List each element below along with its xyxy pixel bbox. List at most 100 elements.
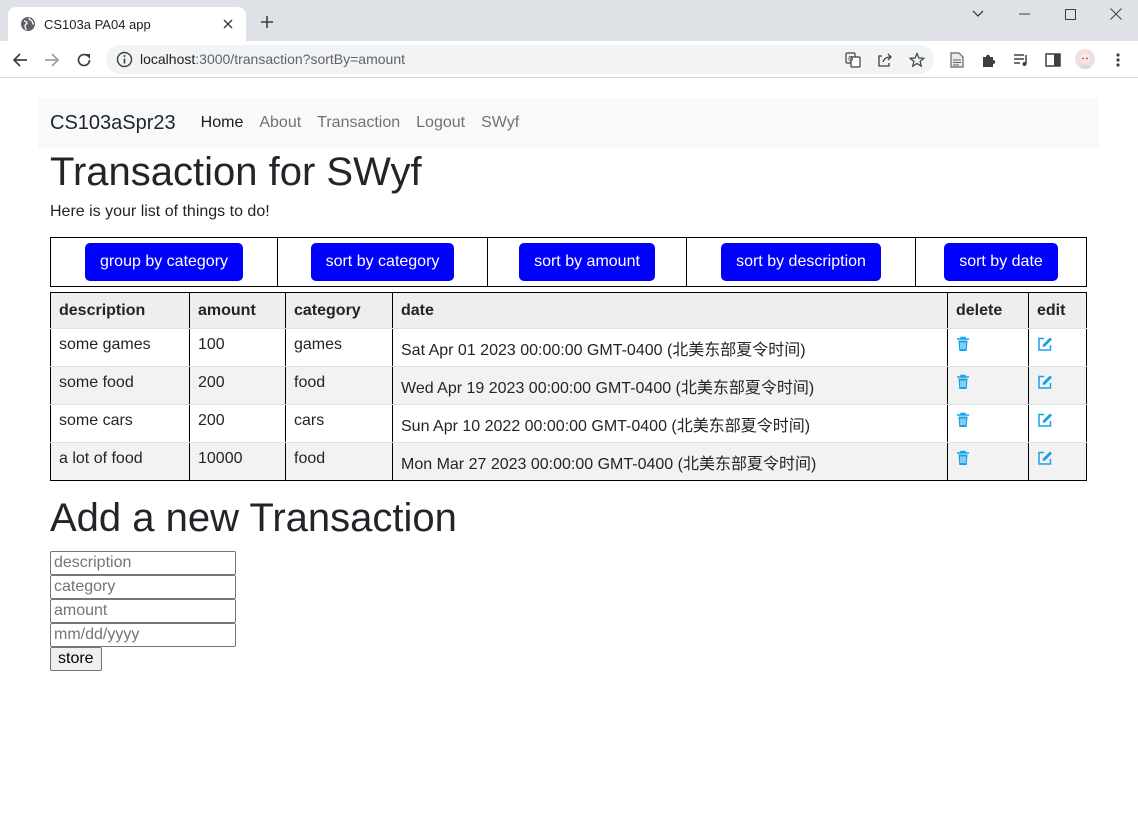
cell-date: Wed Apr 19 2023 00:00:00 GMT-0400 (北美东部夏…: [392, 366, 948, 405]
trash-icon[interactable]: [956, 336, 972, 352]
minimize-icon[interactable]: [1001, 0, 1047, 28]
navbar: CS103aSpr23 Home About Transaction Logou…: [38, 98, 1099, 148]
date-field[interactable]: [50, 623, 236, 647]
window-close-icon[interactable]: [1093, 0, 1138, 28]
cell-description: some games: [50, 328, 190, 367]
table-row: some games 100 games Sat Apr 01 2023 00:…: [50, 328, 1087, 367]
trash-icon[interactable]: [956, 412, 972, 428]
translate-icon[interactable]: G: [844, 51, 862, 69]
cell-delete: [947, 404, 1029, 443]
browser-toolbar: localhost:3000/transaction?sortBy=amount…: [0, 41, 1138, 78]
url-text: localhost:3000/transaction?sortBy=amount: [140, 51, 405, 67]
add-transaction-form: store: [50, 551, 236, 671]
cell-description: some food: [50, 366, 190, 405]
column-header: edit: [1028, 292, 1087, 329]
plus-icon[interactable]: [257, 12, 277, 32]
document-icon[interactable]: [948, 51, 966, 69]
cell-edit: [1028, 328, 1087, 367]
sort-cell: sort by category: [277, 237, 488, 287]
cell-description: a lot of food: [50, 442, 190, 481]
url-path: :3000/transaction?sortBy=amount: [195, 51, 406, 67]
column-header: description: [50, 292, 190, 329]
cell-date: Sun Apr 10 2022 00:00:00 GMT-0400 (北美东部夏…: [392, 404, 948, 443]
cell-amount: 200: [189, 366, 286, 405]
address-bar[interactable]: localhost:3000/transaction?sortBy=amount…: [106, 45, 934, 74]
navbar-brand[interactable]: CS103aSpr23: [50, 112, 176, 135]
column-header: date: [392, 292, 948, 329]
category-field[interactable]: [50, 575, 236, 599]
column-header: delete: [947, 292, 1029, 329]
share-icon[interactable]: [876, 51, 894, 69]
cell-amount: 10000: [189, 442, 286, 481]
cell-category: games: [285, 328, 393, 367]
info-icon[interactable]: [116, 51, 133, 68]
sort-by-category-button[interactable]: sort by category: [310, 243, 455, 281]
table-row: some cars 200 cars Sun Apr 10 2022 00:00…: [50, 404, 1087, 443]
tab-title: CS103a PA04 app: [44, 16, 151, 32]
table-row: a lot of food 10000 food Mon Mar 27 2023…: [50, 442, 1087, 481]
cell-edit: [1028, 404, 1087, 443]
sort-cell: sort by date: [915, 237, 1087, 287]
puzzle-icon[interactable]: [980, 51, 998, 69]
trash-icon[interactable]: [956, 450, 972, 466]
cell-delete: [947, 442, 1029, 481]
cell-amount: 100: [189, 328, 286, 367]
sort-by-description-button[interactable]: sort by description: [721, 243, 881, 281]
globe-icon: [20, 16, 36, 32]
menu-icon[interactable]: [1109, 51, 1127, 69]
svg-text:G: G: [848, 55, 853, 63]
cell-date: Mon Mar 27 2023 00:00:00 GMT-0400 (北美东部夏…: [392, 442, 948, 481]
column-header: amount: [189, 292, 286, 329]
sort-cell: sort by amount: [487, 237, 687, 287]
media-icon[interactable]: [1012, 51, 1030, 69]
nav-link-user[interactable]: SWyf: [481, 114, 519, 132]
amount-field[interactable]: [50, 599, 236, 623]
sort-cell: sort by description: [686, 237, 916, 287]
nav-link-transaction[interactable]: Transaction: [317, 114, 400, 132]
store-button[interactable]: store: [50, 647, 102, 671]
column-header: category: [285, 292, 393, 329]
edit-icon[interactable]: [1037, 450, 1053, 466]
url-host: localhost: [140, 51, 196, 67]
cell-delete: [947, 366, 1029, 405]
star-icon[interactable]: [908, 51, 926, 69]
edit-icon[interactable]: [1037, 374, 1053, 390]
cell-category: cars: [285, 404, 393, 443]
cell-category: food: [285, 442, 393, 481]
page-subtitle: Here is your list of things to do!: [50, 203, 270, 220]
nav-link-about[interactable]: About: [259, 114, 301, 132]
edit-icon[interactable]: [1037, 336, 1053, 352]
edit-icon[interactable]: [1037, 412, 1053, 428]
nav-link-home[interactable]: Home: [201, 114, 244, 132]
table-row: some food 200 food Wed Apr 19 2023 00:00…: [50, 366, 1087, 405]
cell-edit: [1028, 442, 1087, 481]
transactions-table: description amount category date delete …: [50, 292, 1087, 481]
cell-edit: [1028, 366, 1087, 405]
cell-delete: [947, 328, 1029, 367]
back-icon[interactable]: [9, 49, 31, 71]
sort-toolbar: group by category sort by category sort …: [50, 237, 1087, 287]
tab-strip: CS103a PA04 app: [0, 0, 1138, 41]
sort-by-amount-button[interactable]: sort by amount: [519, 243, 655, 281]
page-content: CS103aSpr23 Home About Transaction Logou…: [0, 78, 1138, 820]
reload-icon[interactable]: [73, 49, 95, 71]
sort-cell: group by category: [50, 237, 278, 287]
page-title: Transaction for SWyf: [50, 150, 422, 194]
sidepanel-icon[interactable]: [1044, 51, 1062, 69]
avatar[interactable]: [1075, 49, 1095, 69]
forward-icon[interactable]: [41, 49, 63, 71]
description-field[interactable]: [50, 551, 236, 575]
browser-tab[interactable]: CS103a PA04 app: [8, 7, 246, 41]
maximize-icon[interactable]: [1047, 0, 1093, 28]
table-header-row: description amount category date delete …: [50, 292, 1087, 329]
close-icon[interactable]: [220, 16, 236, 32]
group-by-category-button[interactable]: group by category: [84, 243, 244, 281]
trash-icon[interactable]: [956, 374, 972, 390]
cell-date: Sat Apr 01 2023 00:00:00 GMT-0400 (北美东部夏…: [392, 328, 948, 367]
cell-category: food: [285, 366, 393, 405]
nav-link-logout[interactable]: Logout: [416, 114, 465, 132]
cell-amount: 200: [189, 404, 286, 443]
cell-description: some cars: [50, 404, 190, 443]
sort-by-date-button[interactable]: sort by date: [944, 243, 1058, 281]
chevron-down-icon[interactable]: [955, 0, 1001, 28]
